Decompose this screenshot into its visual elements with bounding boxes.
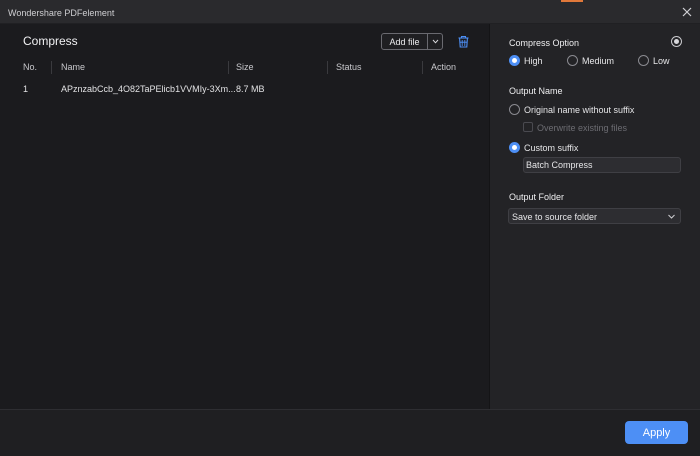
radio-original-name[interactable] (509, 104, 520, 115)
accent-strip (561, 0, 583, 2)
overwrite-checkbox[interactable] (523, 122, 533, 132)
radio-low[interactable] (638, 55, 649, 66)
file-name: APznzabCcb_4O82TaPElicb1VVMIy-3Xm... (61, 84, 236, 94)
custom-suffix-label: Custom suffix (524, 143, 579, 153)
close-button[interactable] (680, 5, 694, 19)
page-title: Compress (23, 34, 78, 48)
clear-files-button[interactable] (457, 35, 470, 48)
column-divider (327, 61, 328, 74)
column-header-status: Status (336, 62, 362, 72)
column-header-size: Size (236, 62, 254, 72)
trash-icon (458, 36, 469, 48)
column-header-no: No. (23, 62, 38, 72)
window-title: Wondershare PDFelement (8, 8, 115, 18)
chevron-down-icon (668, 214, 675, 219)
file-number: 1 (23, 84, 29, 94)
close-icon (682, 7, 692, 17)
compress-option-label: Compress Option (509, 38, 580, 48)
radio-medium[interactable] (567, 55, 578, 66)
table-header: No. Name Size Status Action (0, 59, 489, 75)
column-divider (422, 61, 423, 74)
radio-custom-suffix[interactable] (509, 142, 520, 153)
column-divider (228, 61, 229, 74)
output-folder-value: Save to source folder (512, 212, 598, 222)
footer-bar: Apply (0, 409, 700, 456)
radio-high[interactable] (509, 55, 520, 66)
settings-panel: Compress Option High Medium Low Output N… (490, 24, 700, 409)
custom-suffix-input[interactable] (523, 157, 681, 173)
output-folder-label: Output Folder (509, 192, 565, 202)
apply-button[interactable]: Apply (625, 421, 688, 444)
column-header-action: Action (431, 62, 457, 72)
file-size: 8.7 MB (236, 84, 265, 94)
table-row[interactable]: 1 APznzabCcb_4O82TaPElicb1VVMIy-3Xm... 8… (0, 81, 489, 97)
add-file-button[interactable]: Add file (382, 34, 428, 49)
column-header-name: Name (61, 62, 86, 72)
overwrite-label: Overwrite existing files (537, 123, 628, 133)
file-list-panel: Compress Add file No. Name Size Status A… (0, 24, 489, 409)
chevron-down-icon (432, 39, 438, 44)
output-name-label: Output Name (509, 86, 563, 96)
output-folder-select[interactable]: Save to source folder (508, 208, 681, 224)
add-file-dropdown-button[interactable] (428, 34, 442, 49)
add-file-split-button: Add file (381, 33, 443, 50)
column-divider (51, 61, 52, 74)
original-name-label: Original name without suffix (524, 105, 635, 115)
info-icon[interactable] (671, 36, 682, 47)
title-bar: Wondershare PDFelement (0, 0, 700, 24)
level-high-label: High (524, 56, 543, 66)
level-medium-label: Medium (582, 56, 615, 66)
level-low-label: Low (653, 56, 670, 66)
